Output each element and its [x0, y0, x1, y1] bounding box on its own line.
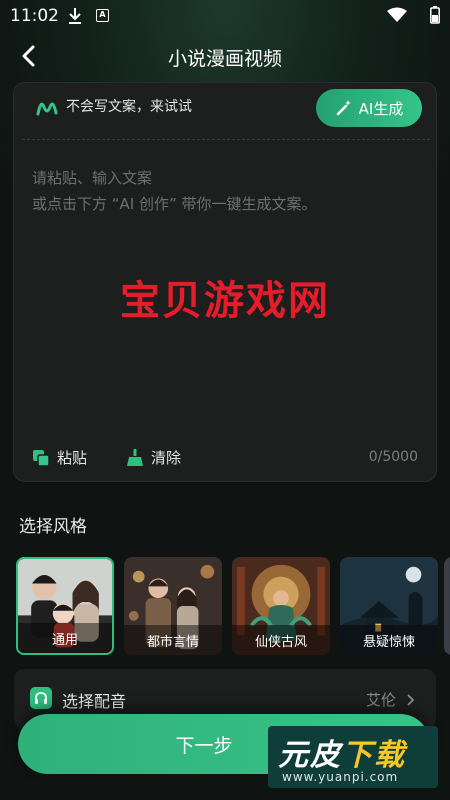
clear-button[interactable]: 清除 — [126, 447, 181, 468]
style-label-bar: 悬疑惊悚 — [340, 625, 438, 655]
app-header: 小说漫画视频 — [0, 36, 450, 76]
battery-icon — [430, 6, 440, 28]
keyboard-a-icon: A — [96, 9, 109, 22]
style-card-urban-romance[interactable]: 都市言情 — [124, 557, 222, 655]
status-bar: 11:02 A — [0, 0, 450, 32]
style-card-suspense[interactable]: 悬疑惊悚 — [340, 557, 438, 655]
chevron-right-icon — [406, 691, 415, 710]
brand-url: www.yuanpi.com — [282, 770, 399, 784]
style-section-title: 选择风格 — [19, 517, 87, 537]
ai-prompt-text: 不会写文案，来试试 — [66, 99, 192, 115]
status-time: 11:02 — [10, 6, 59, 26]
paste-icon — [33, 449, 50, 467]
style-card-general[interactable]: 通用 — [16, 557, 114, 655]
headphones-icon — [30, 687, 52, 709]
voice-label: 选择配音 — [62, 692, 127, 711]
magic-wand-icon — [336, 100, 351, 116]
style-list: 通用 都市言情 仙侠古风 悬疑惊悚 — [16, 557, 450, 655]
style-thumbnail-more — [444, 557, 450, 655]
dashed-divider — [22, 139, 430, 140]
placeholder-line-1: 请粘贴、输入文案 — [32, 169, 153, 187]
brand-name: 元皮下载 — [278, 738, 406, 773]
style-label: 悬疑惊悚 — [362, 634, 415, 650]
ai-generate-button[interactable]: AI生成 — [316, 89, 422, 127]
site-watermark: 宝贝游戏网 — [120, 278, 330, 324]
wifi-icon — [387, 7, 407, 27]
style-label-bar: 通用 — [18, 623, 112, 653]
paste-label: 粘贴 — [57, 449, 88, 467]
style-label: 仙侠古风 — [254, 634, 307, 650]
wave-icon — [36, 97, 60, 121]
voice-value: 艾伦 — [365, 691, 396, 709]
style-card-xianxia[interactable]: 仙侠古风 — [232, 557, 330, 655]
clear-label: 清除 — [151, 449, 182, 467]
style-label-bar: 都市言情 — [124, 625, 222, 655]
ai-generate-label: AI生成 — [358, 99, 404, 118]
char-count: 0/5000 — [368, 449, 418, 465]
page-title: 小说漫画视频 — [167, 48, 282, 70]
placeholder-line-2: 或点击下方 “AI 创作” 带你一键生成文案。 — [32, 195, 317, 213]
style-label: 通用 — [51, 632, 78, 648]
style-card-more[interactable] — [444, 557, 450, 655]
brand-watermark: 元皮下载 www.yuanpi.com — [268, 726, 438, 788]
style-label-bar: 仙侠古风 — [232, 625, 330, 655]
paste-button[interactable]: 粘贴 — [32, 447, 87, 468]
style-label: 都市言情 — [146, 634, 199, 650]
broom-icon — [127, 448, 143, 466]
download-icon — [67, 7, 83, 29]
next-step-label: 下一步 — [175, 734, 233, 757]
